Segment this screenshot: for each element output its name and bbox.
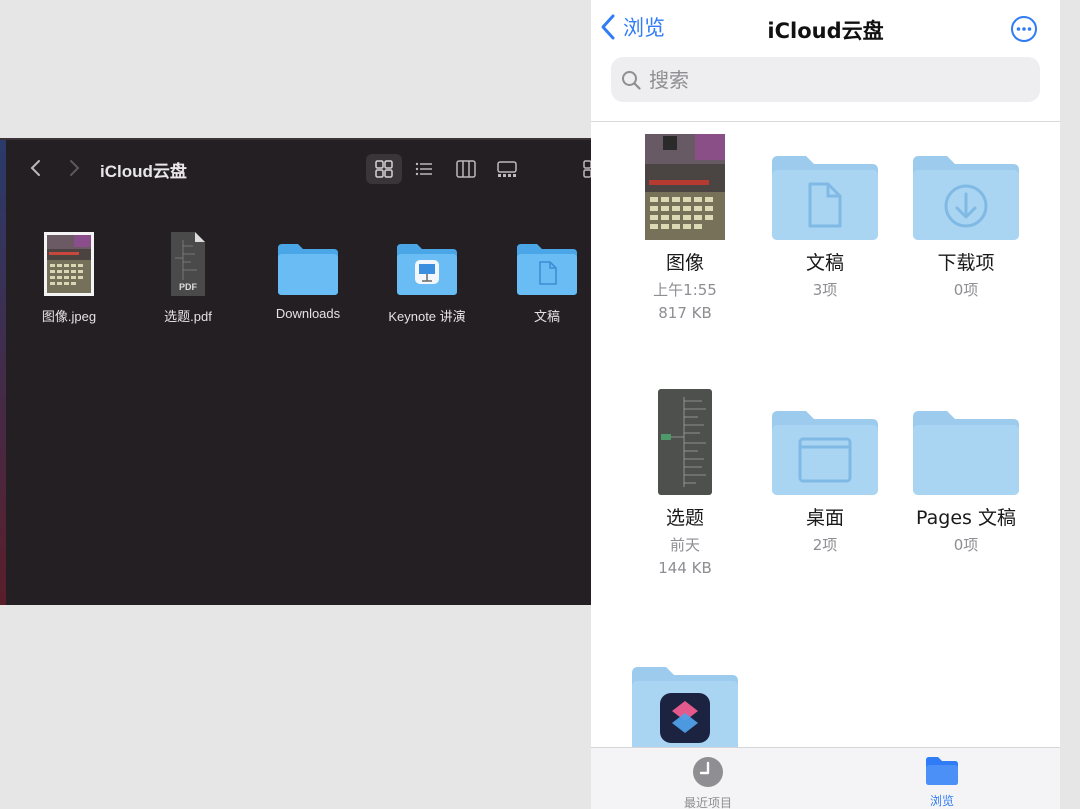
finder-item-label: Keynote 讲演 xyxy=(372,306,482,325)
finder-item-label: 选题.pdf xyxy=(133,306,243,325)
item-name: 选题 xyxy=(610,503,760,530)
keynote-folder-icon xyxy=(372,224,482,296)
forward-arrow-icon[interactable] xyxy=(64,158,84,178)
item-count: 0项 xyxy=(891,279,1041,302)
ios-files-app: 浏览 iCloud云盘 xyxy=(591,0,1060,809)
finder-file-pdf[interactable]: PDF 选题.pdf xyxy=(133,224,243,325)
tab-browse[interactable]: 浏览 xyxy=(882,756,1002,809)
finder-item-label: Downloads xyxy=(253,306,363,321)
background-strip xyxy=(1060,0,1080,809)
search-input[interactable] xyxy=(649,68,949,92)
folder-icon xyxy=(253,224,363,296)
item-name: 文稿 xyxy=(750,248,900,275)
item-count: 3项 xyxy=(750,279,900,302)
item-name: 图像 xyxy=(610,248,760,275)
item-size: 817 KB xyxy=(610,302,760,325)
group-view-button[interactable] xyxy=(574,154,591,184)
back-arrow-icon[interactable] xyxy=(26,158,46,178)
ellipsis-circle-icon xyxy=(1010,15,1038,43)
tab-bar: 最近项目 浏览 xyxy=(591,747,1060,809)
search-bar[interactable] xyxy=(611,57,1040,102)
ios-folder-shortcuts[interactable] xyxy=(610,667,760,747)
ios-item-image[interactable]: 图像 上午1:55 817 KB xyxy=(610,130,760,325)
pdf-document-icon: PDF xyxy=(133,224,243,296)
folder-icon xyxy=(925,756,959,786)
documents-folder-icon xyxy=(750,130,900,240)
folder-icon xyxy=(891,385,1041,495)
tab-label: 浏览 xyxy=(882,792,1002,809)
item-count: 0项 xyxy=(891,534,1041,557)
photo-thumbnail-icon xyxy=(14,224,124,296)
page-title: iCloud云盘 xyxy=(591,15,1060,45)
clock-icon xyxy=(692,756,724,788)
downloads-folder-icon xyxy=(891,130,1041,240)
columns-icon xyxy=(456,160,476,178)
finder-title: iCloud云盘 xyxy=(100,157,187,182)
ios-folder-documents[interactable]: 文稿 3项 xyxy=(750,130,900,302)
finder-toolbar: iCloud云盘 xyxy=(0,140,591,198)
finder-folder-downloads[interactable]: Downloads xyxy=(253,224,363,321)
finder-file-image[interactable]: 图像.jpeg xyxy=(14,224,124,325)
item-size: 144 KB xyxy=(610,557,760,580)
tab-recents[interactable]: 最近项目 xyxy=(648,756,768,809)
finder-item-label: 图像.jpeg xyxy=(14,306,124,325)
ios-folder-desktop[interactable]: 桌面 2项 xyxy=(750,385,900,557)
divider xyxy=(591,121,1060,122)
item-date: 前天 xyxy=(610,534,760,557)
item-count: 2项 xyxy=(750,534,900,557)
list-view-button[interactable] xyxy=(406,154,442,184)
desktop-folder-icon xyxy=(750,385,900,495)
gallery-icon xyxy=(497,160,517,178)
ios-folder-pages[interactable]: Pages 文稿 0项 xyxy=(891,385,1041,557)
item-name: 下载项 xyxy=(891,248,1041,275)
grid-icon xyxy=(582,160,591,178)
finder-window: iCloud云盘 xyxy=(0,138,591,605)
grid-icon xyxy=(374,160,394,178)
ios-item-topic-pdf[interactable]: 选题 前天 144 KB xyxy=(610,385,760,580)
finder-folder-documents[interactable]: 文稿 xyxy=(492,224,591,325)
gallery-view-button[interactable] xyxy=(489,154,525,184)
item-name: 桌面 xyxy=(750,503,900,530)
icon-view-button[interactable] xyxy=(366,154,402,184)
list-icon xyxy=(414,160,434,178)
finder-item-label: 文稿 xyxy=(492,306,591,325)
ios-folder-downloads[interactable]: 下载项 0项 xyxy=(891,130,1041,302)
photo-thumbnail-icon xyxy=(610,130,760,240)
more-options-button[interactable] xyxy=(1010,15,1038,43)
tab-label: 最近项目 xyxy=(648,794,768,809)
item-name: Pages 文稿 xyxy=(891,503,1041,530)
search-icon xyxy=(621,70,641,90)
shortcuts-folder-icon xyxy=(610,667,760,747)
finder-folder-keynote[interactable]: Keynote 讲演 xyxy=(372,224,482,325)
item-date: 上午1:55 xyxy=(610,279,760,302)
pdf-thumbnail-icon xyxy=(610,385,760,495)
documents-folder-icon xyxy=(492,224,591,296)
column-view-button[interactable] xyxy=(448,154,484,184)
pdf-badge: PDF xyxy=(179,282,197,292)
